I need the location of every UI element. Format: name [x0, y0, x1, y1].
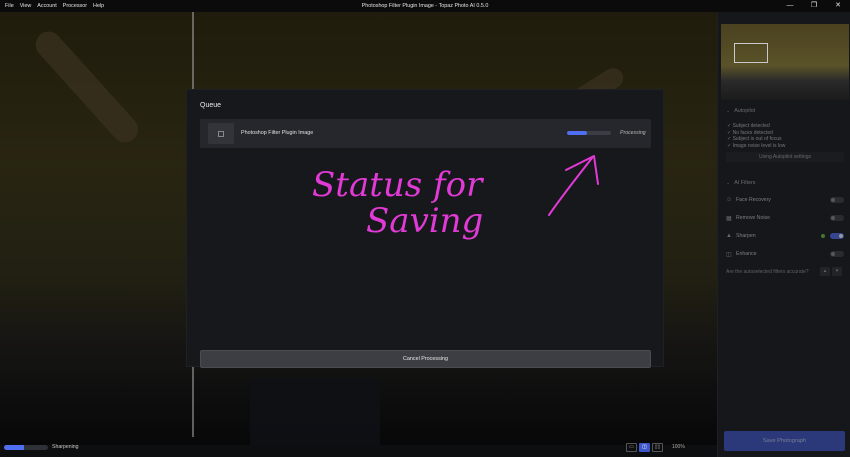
noise-icon: ▦: [726, 215, 732, 222]
save-photograph-button[interactable]: Save Photograph: [724, 431, 845, 451]
chevron-down-icon: ⌄: [726, 108, 731, 114]
autopilot-settings-button[interactable]: Using Autopilot settings: [726, 152, 844, 162]
close-icon[interactable]: ✕: [826, 0, 850, 12]
autopilot-checks: ✓ Subject detected ✓ No faces detected ✓…: [727, 123, 785, 149]
zoom-level[interactable]: 100%: [672, 444, 685, 450]
autopilot-title: Autopilot: [734, 108, 756, 114]
minimize-icon[interactable]: —: [778, 0, 802, 12]
queue-item-progress-fill: [567, 131, 587, 135]
queue-item-progress: [567, 131, 611, 135]
navigator-thumbnail[interactable]: [721, 24, 849, 100]
filter-sharpen[interactable]: ▲ Sharpen: [726, 231, 844, 241]
filter-toggle[interactable]: [830, 215, 844, 221]
thumbs-up-icon[interactable]: ▴: [820, 267, 830, 276]
feedback-buttons: ▴ ▾: [820, 267, 842, 276]
queue-item-name: Photoshop Filter Plugin Image: [241, 130, 314, 136]
right-panel: ⌄ Autopilot ✓ Subject detected ✓ No face…: [717, 12, 850, 457]
feedback-question: Are the autoselected filters accurate?: [726, 269, 809, 275]
menu-file[interactable]: File: [2, 3, 17, 9]
filter-remove-noise[interactable]: ▦ Remove Noise: [726, 213, 844, 223]
face-icon: ☺: [726, 197, 733, 203]
menu-help[interactable]: Help: [90, 3, 107, 9]
status-dot: [821, 234, 825, 238]
queue-item: Photoshop Filter Plugin Image Processing: [200, 119, 651, 148]
queue-title: Queue: [200, 102, 222, 109]
filter-label: Sharpen: [736, 233, 756, 239]
cancel-processing-button[interactable]: Cancel Processing: [200, 350, 651, 368]
autopilot-check: ✓ Image noise level is low: [727, 142, 786, 149]
processing-progress: [4, 445, 48, 450]
autopilot-check: ✓ No faces detected: [727, 129, 773, 136]
filter-toggle[interactable]: [830, 197, 844, 203]
chevron-down-icon: ⌄: [726, 180, 731, 186]
filter-face-recovery[interactable]: ☺ Face Recovery: [726, 195, 844, 205]
autopilot-header[interactable]: ⌄ Autopilot: [726, 108, 755, 114]
menu-view[interactable]: View: [17, 3, 35, 9]
title-bar: File View Account Processor Help Photosh…: [0, 0, 850, 12]
sharpen-icon: ▲: [726, 233, 732, 239]
ai-filters-header[interactable]: ⌄ AI Filters: [726, 180, 755, 186]
queue-dialog: Queue Photoshop Filter Plugin Image Proc…: [186, 89, 664, 368]
filter-toggle[interactable]: [830, 233, 844, 239]
navigator-viewport-box[interactable]: [734, 43, 768, 63]
autopilot-check: ✓ Subject is out of focus: [727, 136, 782, 143]
ai-filters-title: AI Filters: [734, 180, 756, 186]
menu-bar: File View Account Processor Help: [0, 3, 107, 9]
filter-label: Remove Noise: [736, 215, 771, 221]
app-window: File View Account Processor Help Photosh…: [0, 0, 850, 457]
window-controls: — ❐ ✕: [778, 0, 850, 12]
view-mode-buttons: ▭ ◫ ▯▯: [626, 443, 663, 452]
filter-label: Face Recovery: [736, 197, 771, 203]
enhance-icon: ◫: [726, 251, 732, 258]
window-title: Photoshop Filter Plugin Image - Topaz Ph…: [361, 3, 489, 9]
image-icon: [218, 130, 224, 137]
single-view-icon[interactable]: ▭: [626, 443, 637, 452]
bottom-status-bar: Sharpening ▭ ◫ ▯▯ 100%: [0, 440, 717, 457]
thumbs-down-icon[interactable]: ▾: [832, 267, 842, 276]
filter-enhance[interactable]: ◫ Enhance: [726, 249, 844, 259]
processing-status-label: Sharpening: [52, 444, 79, 450]
queue-item-thumbnail: [208, 123, 234, 144]
queue-item-status: Processing: [620, 130, 646, 136]
autopilot-check: ✓ Subject detected: [727, 123, 770, 129]
filter-label: Enhance: [736, 251, 757, 257]
processing-progress-fill: [4, 445, 24, 450]
menu-account[interactable]: Account: [34, 3, 59, 9]
menu-processor[interactable]: Processor: [60, 3, 90, 9]
side-by-side-icon[interactable]: ▯▯: [652, 443, 663, 452]
maximize-icon[interactable]: ❐: [802, 0, 826, 12]
filter-toggle[interactable]: [830, 251, 844, 257]
split-view-icon[interactable]: ◫: [639, 443, 650, 452]
